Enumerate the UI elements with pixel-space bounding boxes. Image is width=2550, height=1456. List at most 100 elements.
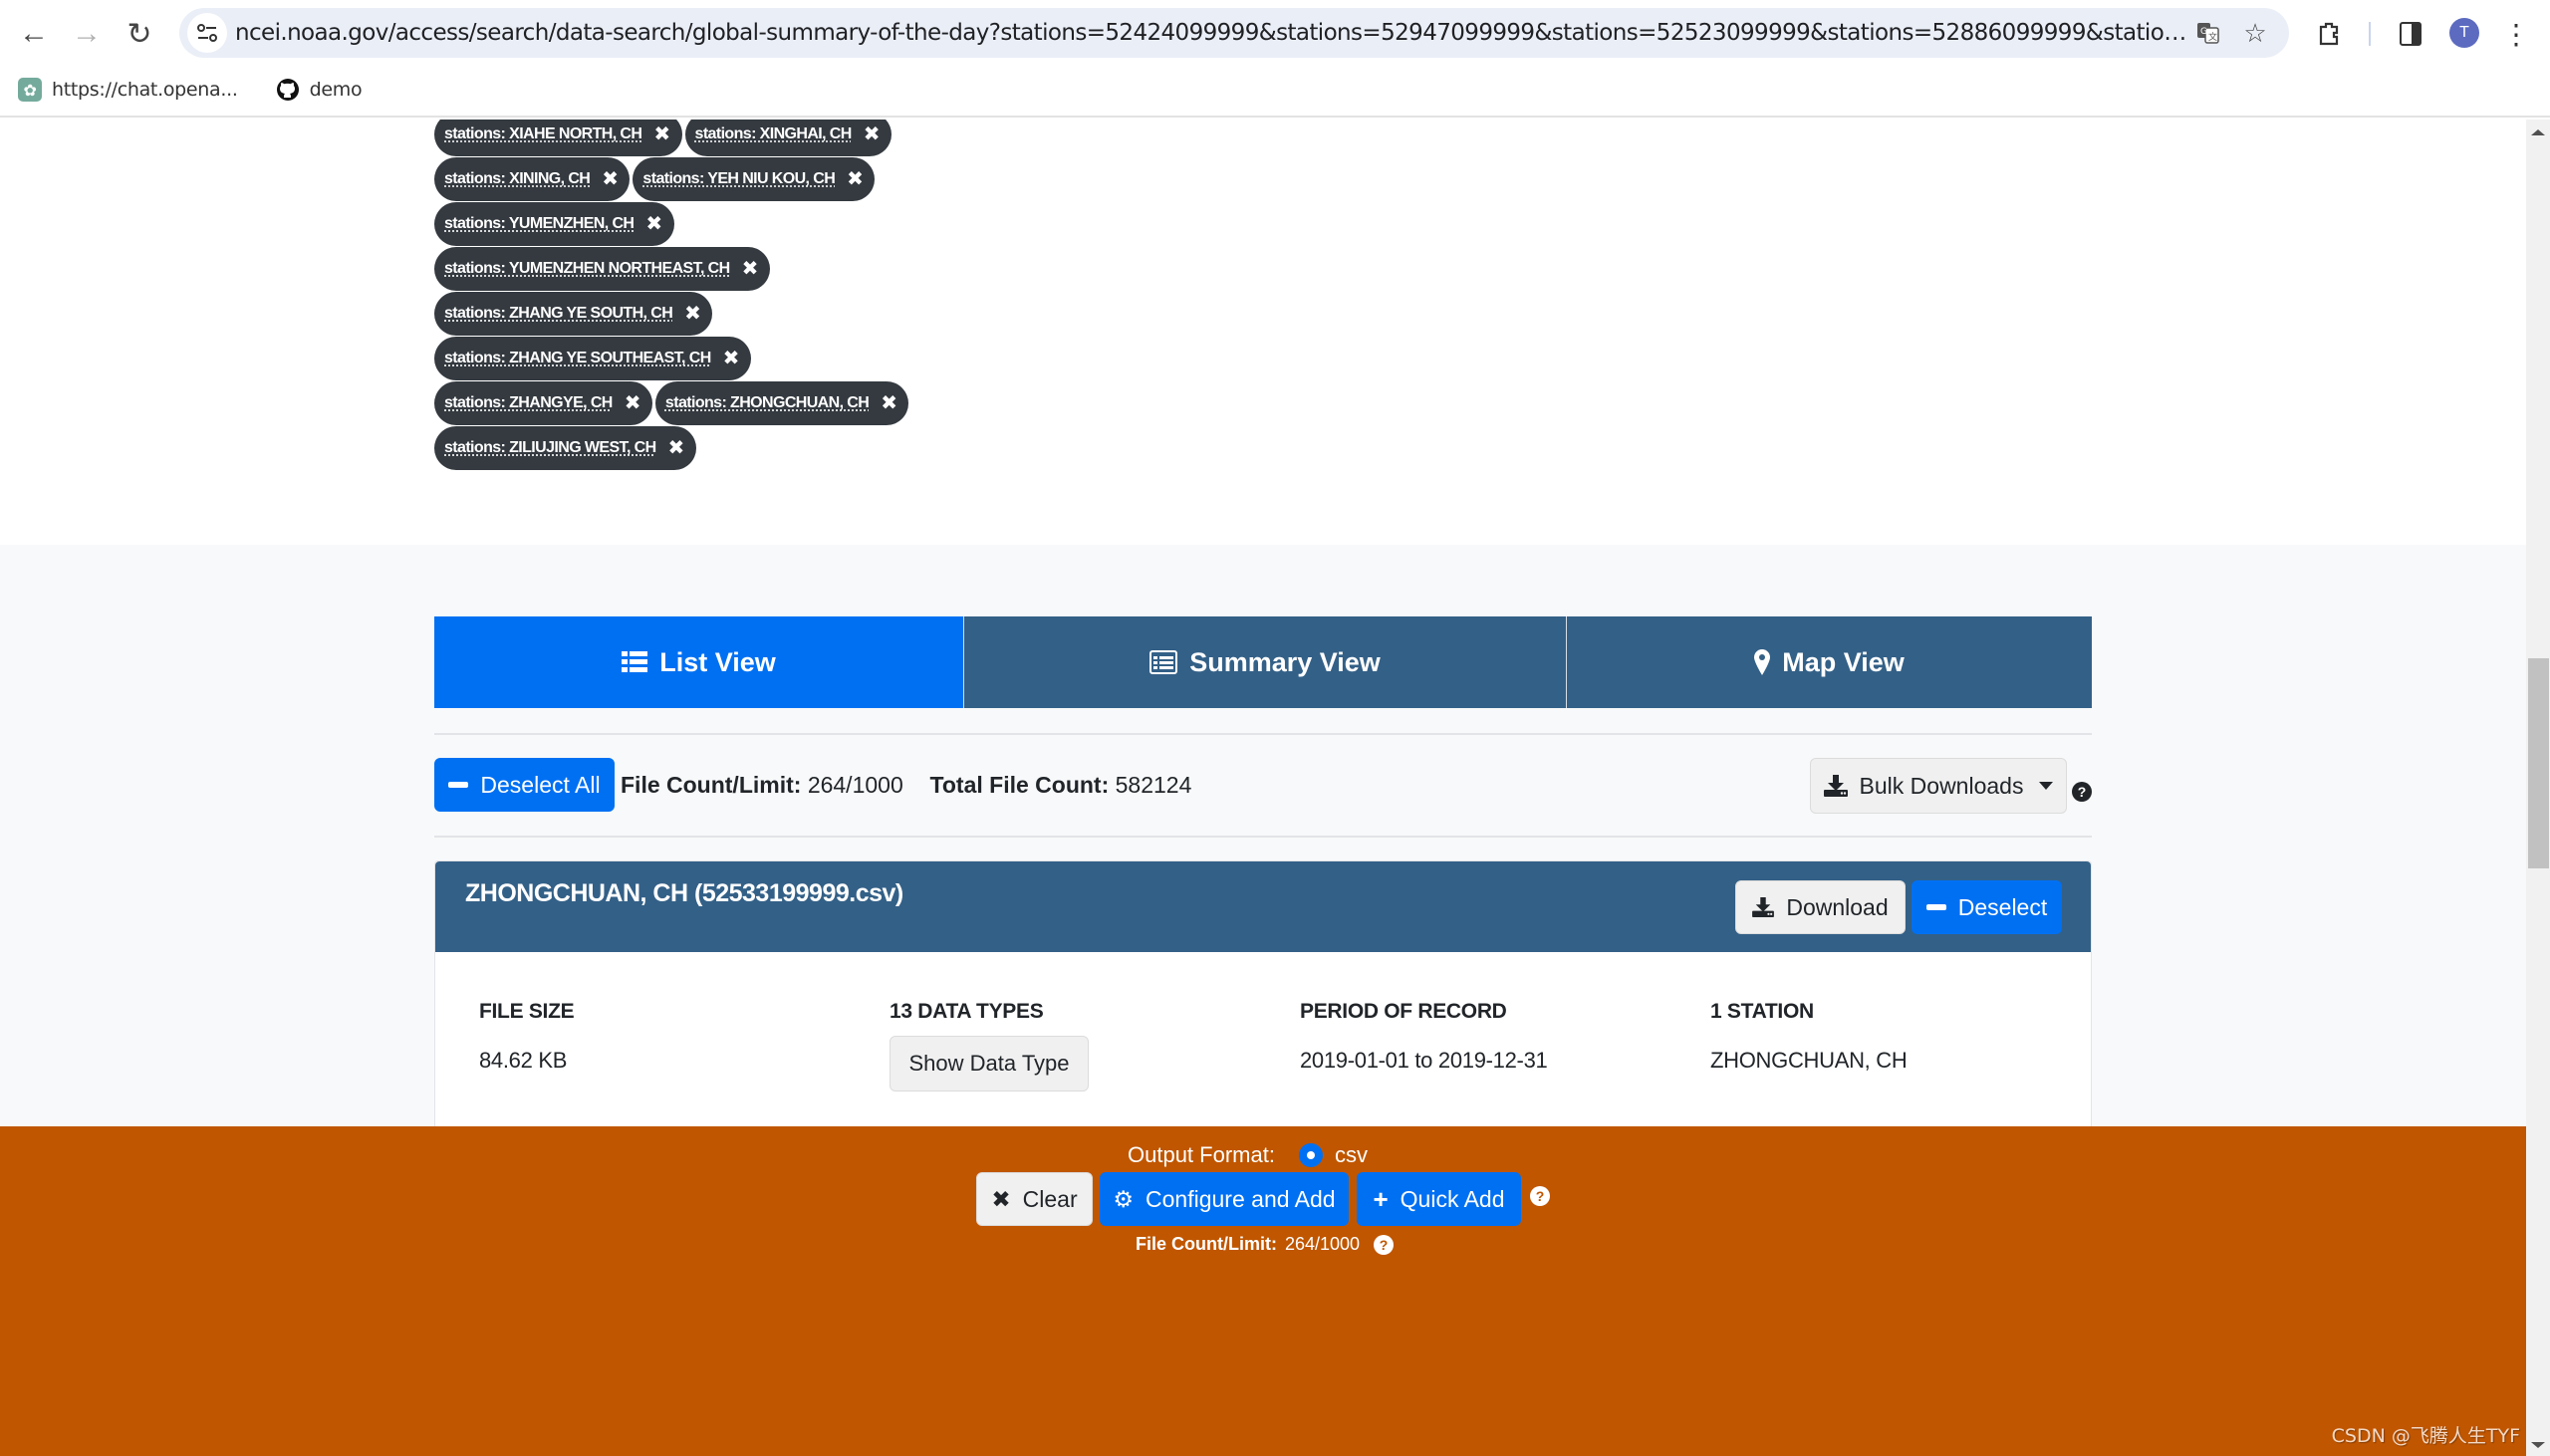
- reload-button[interactable]: ↻: [120, 14, 159, 54]
- result-title: ZHONGCHUAN, CH (52533199999.csv): [465, 879, 903, 907]
- toolbar-divider-bottom: [434, 836, 2092, 838]
- file-size-value: 84.62 KB: [479, 1048, 568, 1073]
- deselect-button[interactable]: Deselect: [1912, 880, 2062, 934]
- quick-add-button[interactable]: + Quick Add: [1357, 1172, 1521, 1226]
- github-icon: [275, 78, 300, 102]
- file-stats: File Count/Limit: 264/1000 Total File Co…: [621, 765, 1191, 805]
- data-types-stat: 13 DATA TYPES Show Data Type: [890, 1000, 1089, 1092]
- remove-filter-icon[interactable]: ✖: [742, 256, 759, 281]
- filter-tag-label: stations: XINGHAI, CH: [694, 124, 853, 142]
- tab-label: Summary View: [1189, 646, 1381, 677]
- filter-tag-label: stations: ZHANG YE SOUTHEAST, CH: [444, 349, 711, 366]
- help-icon[interactable]: ?: [2072, 782, 2092, 802]
- watermark: CSDN @飞腾人生TYF: [2331, 1425, 2520, 1447]
- filter-tag[interactable]: stations: YUMENZHEN, CH ✖: [434, 201, 674, 246]
- filter-tag-row: stations: YUMENZHEN, CH ✖: [434, 201, 1132, 246]
- configure-and-add-button[interactable]: ⚙ Configure and Add: [1100, 1172, 1349, 1226]
- page-scrollbar[interactable]: [2526, 120, 2550, 1456]
- bookmark-demo[interactable]: demo: [275, 78, 363, 102]
- remove-filter-icon[interactable]: ✖: [653, 121, 670, 146]
- filter-tag[interactable]: stations: ZHANG YE SOUTH, CH ✖: [434, 291, 713, 336]
- cart-footer: Output Format: csv ✖ Clear ⚙ Configure a…: [0, 1126, 2526, 1456]
- address-bar[interactable]: ncei.noaa.gov/access/search/data-search/…: [179, 8, 2289, 58]
- bulk-downloads-dropdown[interactable]: Bulk Downloads: [1810, 758, 2067, 814]
- filter-tag[interactable]: stations: ZHANGYE, CH ✖: [434, 380, 652, 425]
- download-button[interactable]: Download: [1735, 880, 1906, 934]
- remove-filter-icon[interactable]: ✖: [645, 211, 662, 236]
- minus-icon: [448, 782, 469, 788]
- filter-tag[interactable]: stations: XINGHAI, CH ✖: [684, 120, 892, 156]
- remove-filter-icon[interactable]: ✖: [625, 390, 641, 415]
- filter-tag[interactable]: stations: XINING, CH ✖: [434, 156, 631, 201]
- clear-button[interactable]: ✖ Clear: [976, 1172, 1093, 1226]
- toolbar-divider-top: [434, 733, 2092, 735]
- bookmark-chatgpt[interactable]: ✿ https://chat.opena...: [18, 78, 238, 102]
- gear-icon: ⚙: [1113, 1185, 1135, 1212]
- output-format: Output Format: csv: [1128, 1140, 1368, 1170]
- filter-tag[interactable]: stations: ZHANG YE SOUTHEAST, CH ✖: [434, 336, 751, 380]
- csv-radio[interactable]: [1298, 1143, 1323, 1167]
- close-icon: ✖: [991, 1185, 1011, 1212]
- remove-filter-icon[interactable]: ✖: [684, 301, 701, 326]
- remove-filter-icon[interactable]: ✖: [847, 166, 864, 191]
- bookmarks-bar: ✿ https://chat.opena... demo: [0, 72, 382, 108]
- svg-text:G: G: [2200, 27, 2207, 37]
- arrow-left-icon: ←: [19, 17, 49, 50]
- tune-icon: [197, 24, 217, 42]
- tab-summary-view[interactable]: Summary View: [963, 616, 1566, 708]
- scroll-up-arrow-icon[interactable]: [2531, 129, 2545, 135]
- scrollbar-thumb[interactable]: [2528, 658, 2549, 868]
- period-value: 2019-01-01 to 2019-12-31: [1300, 1048, 1548, 1073]
- translate-icon[interactable]: G文: [2191, 16, 2225, 50]
- site-info-button[interactable]: [187, 13, 227, 53]
- filter-tag[interactable]: stations: YEH NIU KOU, CH ✖: [633, 156, 876, 201]
- extensions-icon[interactable]: [2309, 14, 2349, 54]
- file-count-label: File Count/Limit:: [621, 772, 802, 798]
- scroll-down-arrow-icon[interactable]: [2531, 1442, 2545, 1448]
- footer-file-count: File Count/Limit: 264/1000 ?: [1136, 1234, 1395, 1255]
- selected-filters-section: stations: XIAHE NORTH, CH ✖ stations: XING…: [0, 120, 2526, 545]
- tab-list-view[interactable]: List View: [434, 616, 963, 708]
- remove-filter-icon[interactable]: ✖: [723, 346, 740, 370]
- filter-tags: stations: XIAHE NORTH, CH ✖ stations: XING…: [434, 120, 1132, 470]
- url-text[interactable]: ncei.noaa.gov/access/search/data-search/…: [235, 8, 2187, 58]
- remove-filter-icon[interactable]: ✖: [602, 166, 619, 191]
- summary-icon: [1149, 650, 1178, 674]
- show-data-type-button[interactable]: Show Data Type: [890, 1036, 1089, 1092]
- file-size-stat: FILE SIZE 84.62 KB: [479, 1000, 575, 1073]
- filter-tag-label: stations: ZHONGCHUAN, CH: [664, 393, 870, 411]
- result-card-header: ZHONGCHUAN, CH (52533199999.csv) Downloa…: [435, 861, 2091, 952]
- filter-tag[interactable]: stations: YUMENZHEN NORTHEAST, CH ✖: [434, 246, 770, 291]
- filter-tag-row: stations: ZHANGYE, CH ✖ stations: ZHONGCHU…: [434, 380, 1132, 425]
- remove-filter-icon[interactable]: ✖: [668, 435, 685, 460]
- filter-tag-row: stations: XIAHE NORTH, CH ✖ stations: XING…: [434, 120, 1132, 156]
- bookmark-star-icon[interactable]: ☆: [2238, 16, 2272, 50]
- forward-button[interactable]: →: [67, 14, 107, 54]
- deselect-all-button[interactable]: Deselect All: [434, 758, 615, 812]
- download-icon: [1823, 775, 1848, 797]
- station-value: ZHONGCHUAN, CH: [1710, 1048, 1908, 1073]
- filter-tag[interactable]: stations: ZILIUJING WEST, CH ✖: [434, 425, 696, 470]
- help-icon[interactable]: ?: [1530, 1186, 1550, 1206]
- filter-tag-label: stations: ZILIUJING WEST, CH: [444, 438, 656, 456]
- side-panel-icon[interactable]: [2391, 14, 2430, 54]
- chatgpt-icon: ✿: [18, 78, 42, 102]
- back-button[interactable]: ←: [14, 14, 54, 54]
- period-of-record-stat: PERIOD OF RECORD 2019-01-01 to 2019-12-3…: [1300, 1000, 1548, 1073]
- svg-text:文: 文: [2208, 31, 2217, 43]
- profile-avatar[interactable]: T: [2449, 18, 2479, 48]
- csv-radio-label[interactable]: csv: [1335, 1142, 1368, 1168]
- filter-tag[interactable]: stations: ZHONGCHUAN, CH ✖: [654, 380, 909, 425]
- tab-map-view[interactable]: Map View: [1566, 616, 2092, 708]
- menu-kebab-icon[interactable]: ⋮: [2496, 14, 2536, 54]
- remove-filter-icon[interactable]: ✖: [864, 121, 881, 146]
- filter-tag-label: stations: XINING, CH: [444, 169, 591, 187]
- remove-filter-icon[interactable]: ✖: [881, 390, 897, 415]
- filter-tag[interactable]: stations: XIAHE NORTH, CH ✖: [434, 120, 682, 156]
- plus-icon: +: [1373, 1183, 1389, 1214]
- filter-tag-label: stations: YUMENZHEN, CH: [444, 214, 635, 232]
- filter-tag-label: stations: ZHANG YE SOUTH, CH: [444, 304, 673, 322]
- file-count-value: 264/1000: [807, 772, 903, 798]
- help-icon[interactable]: ?: [1374, 1234, 1395, 1255]
- filter-tag-row: stations: ZHANG YE SOUTH, CH ✖: [434, 291, 1132, 336]
